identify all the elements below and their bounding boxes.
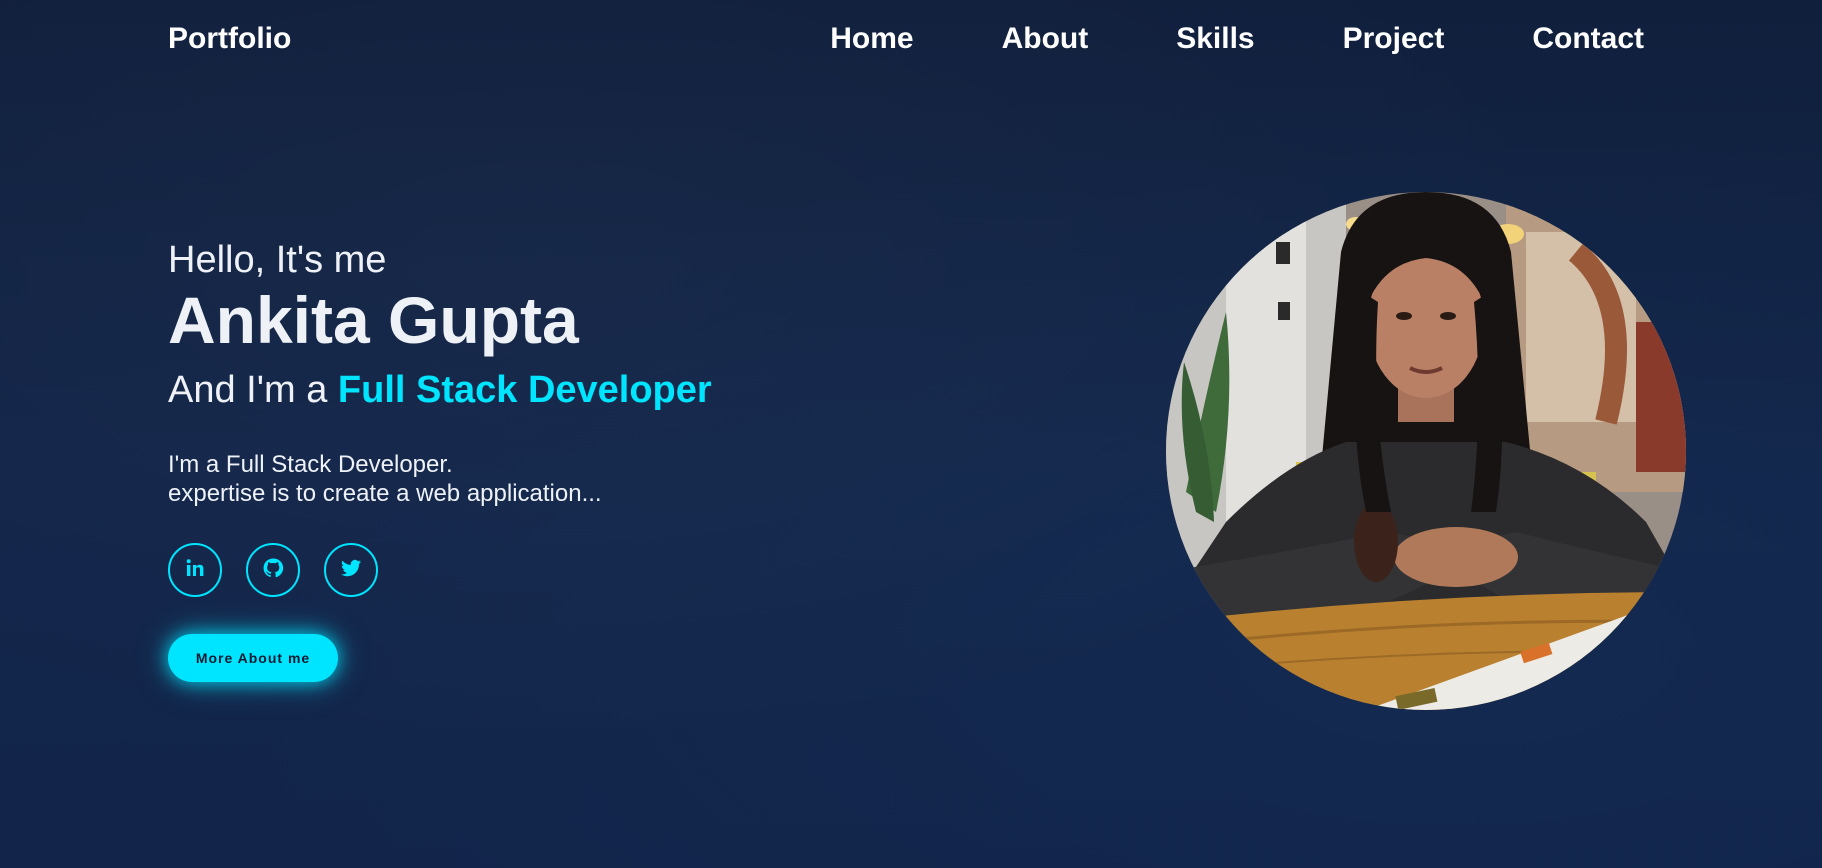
greeting-text: Hello, It's me xyxy=(168,239,387,281)
social-links xyxy=(168,543,402,597)
hero-description: I'm a Full Stack Developer. expertise is… xyxy=(168,450,928,508)
description-line: I'm a Full Stack Developer. xyxy=(168,451,453,478)
description-line: expertise is to create a web application… xyxy=(168,480,602,507)
main-nav: Home About Skills Project Contact xyxy=(830,22,1644,56)
nav-project[interactable]: Project xyxy=(1343,22,1445,56)
site-header: Portfolio Home About Skills Project Cont… xyxy=(0,0,1822,80)
hero-section: Hello, It's me Ankita Gupta And I'm a Fu… xyxy=(168,236,928,508)
profile-photo-illustration xyxy=(1166,192,1686,710)
nav-skills[interactable]: Skills xyxy=(1176,22,1254,56)
logo-link[interactable]: Portfolio xyxy=(168,22,291,56)
linkedin-icon xyxy=(183,556,207,585)
nav-about[interactable]: About xyxy=(1002,22,1089,56)
role-prefix: And I'm a xyxy=(168,369,338,411)
nav-home[interactable]: Home xyxy=(830,22,913,56)
nav-contact[interactable]: Contact xyxy=(1532,22,1644,56)
github-link[interactable] xyxy=(246,543,300,597)
more-about-me-button[interactable]: More About me xyxy=(168,634,338,682)
linkedin-link[interactable] xyxy=(168,543,222,597)
twitter-link[interactable] xyxy=(324,543,378,597)
hero-name: Ankita Gupta xyxy=(168,283,579,357)
github-icon xyxy=(261,556,285,585)
role-heading: And I'm a Full Stack Developer xyxy=(168,366,928,414)
profile-photo xyxy=(1166,192,1686,710)
twitter-icon xyxy=(339,556,363,585)
page: Portfolio Home About Skills Project Cont… xyxy=(0,0,1822,868)
role-highlight: Full Stack Developer xyxy=(337,369,712,411)
